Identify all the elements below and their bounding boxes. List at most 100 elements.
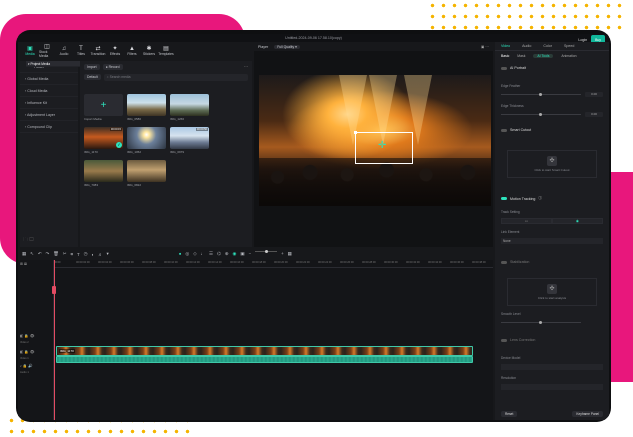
select-icon[interactable]: ↖ bbox=[30, 251, 34, 257]
stabilization-section[interactable]: Stabilization bbox=[495, 260, 609, 264]
tool-stock-media[interactable]: ◫ Stock Media bbox=[39, 42, 55, 60]
audio-waveform-clip[interactable] bbox=[56, 356, 473, 363]
link-element-dropdown[interactable]: None bbox=[501, 238, 603, 244]
subtab-animation[interactable]: Animation bbox=[561, 54, 576, 58]
redo-icon[interactable]: ↷ bbox=[46, 251, 50, 257]
sidebar-item-cloud-media[interactable]: › Cloud Media bbox=[20, 85, 78, 97]
crop-icon[interactable]: ⌗ bbox=[70, 252, 72, 257]
picture-icon[interactable]: ▣ bbox=[240, 251, 244, 257]
track-header-video-1[interactable]: ◧ 🔒 👁 bbox=[20, 350, 34, 354]
audio-edit-icon[interactable]: ♬ bbox=[98, 252, 102, 257]
track-option-eye[interactable]: ◉ bbox=[552, 218, 603, 224]
tab-speed[interactable]: Speed bbox=[564, 44, 574, 48]
new-folder-icon[interactable]: 🗀 ▢ bbox=[23, 237, 34, 245]
zoom-out-icon[interactable]: − bbox=[249, 251, 252, 257]
media-item[interactable]: IMG_0580 bbox=[127, 94, 166, 121]
player-settings-icon[interactable]: ▣ ⋯ bbox=[481, 45, 489, 49]
resolution-dropdown[interactable] bbox=[501, 384, 603, 390]
sidebar-item-influence-kit[interactable]: › Influence Kit bbox=[20, 97, 78, 109]
motion-tracking-section[interactable]: Motion Tracking ⓘ bbox=[495, 196, 609, 201]
tool-templates[interactable]: ▤ Templates bbox=[158, 42, 174, 60]
slider-knob[interactable] bbox=[539, 321, 542, 324]
snap-icon[interactable]: ◎ bbox=[185, 251, 189, 257]
tab-video[interactable]: Video bbox=[501, 44, 510, 48]
cut-icon[interactable]: ✂ bbox=[63, 251, 67, 257]
tool-filters[interactable]: ▲ Filters bbox=[124, 42, 140, 60]
subtab-basic[interactable]: Basic bbox=[501, 54, 509, 58]
smart-cutout-section[interactable]: Smart Cutout bbox=[495, 128, 609, 132]
tool-effects[interactable]: ✦ Effects bbox=[107, 42, 123, 60]
smart-cutout-dropzone[interactable]: ✣ Click to start Smart Cutout bbox=[507, 150, 597, 178]
media-item[interactable]: IMG_1052 bbox=[127, 127, 166, 154]
marker-icon[interactable]: ▾ bbox=[107, 251, 109, 257]
slider-knob[interactable] bbox=[539, 113, 542, 116]
subtab-ai-tools[interactable]: AI Tools bbox=[533, 54, 554, 58]
reset-button[interactable]: Reset bbox=[501, 411, 518, 417]
tab-color[interactable]: Color bbox=[543, 44, 552, 48]
media-item[interactable]: 00:00:50 IMG_0979 bbox=[170, 127, 209, 154]
video-clip[interactable]: IMG_1170 bbox=[56, 346, 473, 356]
stabilization-dropzone[interactable]: ✣ Click to start analysis bbox=[507, 278, 597, 306]
track-setting-toggle[interactable]: ▭ ◉ bbox=[501, 218, 603, 224]
resize-handle[interactable] bbox=[354, 131, 357, 134]
sort-dropdown[interactable]: Default bbox=[84, 74, 101, 80]
text-icon[interactable]: T bbox=[77, 252, 80, 257]
import-button[interactable]: Import bbox=[84, 63, 100, 70]
media-item[interactable]: 00:00:15 ✓ IMG_1170 bbox=[84, 127, 123, 154]
lens-correction-toggle[interactable] bbox=[501, 338, 507, 342]
device-model-dropdown[interactable] bbox=[501, 364, 603, 370]
subtab-mask[interactable]: Mask bbox=[517, 54, 525, 58]
eye-track-icon[interactable]: ◉ bbox=[233, 251, 237, 257]
crosshair-icon[interactable]: ✛ bbox=[378, 141, 386, 151]
ai-portrait-section[interactable]: AI Portrait bbox=[495, 66, 609, 70]
mic-icon[interactable]: ♩ bbox=[201, 251, 205, 257]
delete-icon[interactable]: 🗑 bbox=[53, 251, 59, 257]
time-ruler[interactable]: 00:00 00:00:02:00 00:00:04:00 00:00:06:00 00… bbox=[54, 260, 493, 268]
sidebar-item-adjustment-layer[interactable]: › Adjustment Layer bbox=[20, 109, 78, 121]
edge-feather-value[interactable]: 0.00 bbox=[585, 92, 603, 97]
more-icon[interactable]: ⋯ bbox=[244, 64, 248, 69]
stabilization-toggle[interactable] bbox=[501, 260, 507, 264]
playhead-handle[interactable] bbox=[52, 286, 56, 294]
sidebar-item-global-media[interactable]: › Global Media bbox=[20, 73, 78, 85]
ai-icon[interactable]: ⌬ bbox=[217, 251, 221, 257]
smooth-level-slider[interactable] bbox=[501, 321, 581, 324]
lens-correction-section[interactable]: Lens Correction bbox=[495, 338, 609, 342]
record-button[interactable]: ● Record bbox=[102, 63, 123, 70]
player-tab[interactable]: Player bbox=[258, 45, 268, 49]
mix-icon[interactable]: ⊕ bbox=[225, 251, 229, 257]
speed-icon[interactable]: ◷ bbox=[84, 251, 88, 257]
sidebar-item-compound-clip[interactable]: › Compound Clip bbox=[20, 121, 78, 133]
motion-tracking-toggle[interactable] bbox=[501, 197, 507, 200]
tab-audio[interactable]: Audio bbox=[522, 44, 531, 48]
edge-thickness-slider[interactable] bbox=[501, 113, 581, 116]
color-icon[interactable]: ◐ bbox=[92, 252, 95, 257]
edge-feather-slider[interactable] bbox=[501, 93, 581, 96]
media-item[interactable]: IMG_7083 bbox=[84, 160, 123, 187]
ai-portrait-toggle[interactable] bbox=[501, 66, 507, 70]
zoom-in-icon[interactable]: + bbox=[281, 251, 284, 257]
tool-titles[interactable]: T Titles bbox=[73, 42, 89, 60]
zoom-slider[interactable] bbox=[255, 250, 278, 253]
tool-media[interactable]: ▣ Media bbox=[22, 42, 38, 60]
render-icon[interactable]: ● bbox=[179, 251, 182, 257]
playhead[interactable] bbox=[52, 260, 56, 420]
media-item[interactable]: IMG_1266 bbox=[170, 94, 209, 121]
layout-icon[interactable]: ▦ bbox=[22, 251, 26, 257]
smart-cutout-toggle[interactable] bbox=[501, 128, 507, 132]
track-option-box[interactable]: ▭ bbox=[501, 218, 552, 224]
quality-dropdown[interactable]: Full Quality ▾ bbox=[274, 44, 300, 49]
tool-audio[interactable]: ♫ Audio bbox=[56, 42, 72, 60]
timeline-add-icons[interactable]: ⊞ ⊠ bbox=[20, 262, 27, 266]
slider-knob[interactable] bbox=[539, 93, 542, 96]
edge-thickness-value[interactable]: 0.00 bbox=[585, 112, 603, 117]
tool-stickers[interactable]: ✱ Stickers bbox=[141, 42, 157, 60]
zoom-knob[interactable] bbox=[265, 250, 269, 253]
shield-icon[interactable]: ◇ bbox=[193, 251, 196, 257]
voice-icon[interactable]: ☰ bbox=[209, 251, 213, 257]
media-item[interactable]: IMG_6822 bbox=[127, 160, 166, 187]
media-item-import[interactable]: + Import Media bbox=[84, 94, 123, 121]
track-header-audio-1[interactable]: ♪ 🔒 🔊 bbox=[20, 364, 33, 368]
tool-transition[interactable]: ⇄ Transition bbox=[90, 42, 106, 60]
keyframe-panel-button[interactable]: Keyframe Panel bbox=[572, 411, 603, 417]
